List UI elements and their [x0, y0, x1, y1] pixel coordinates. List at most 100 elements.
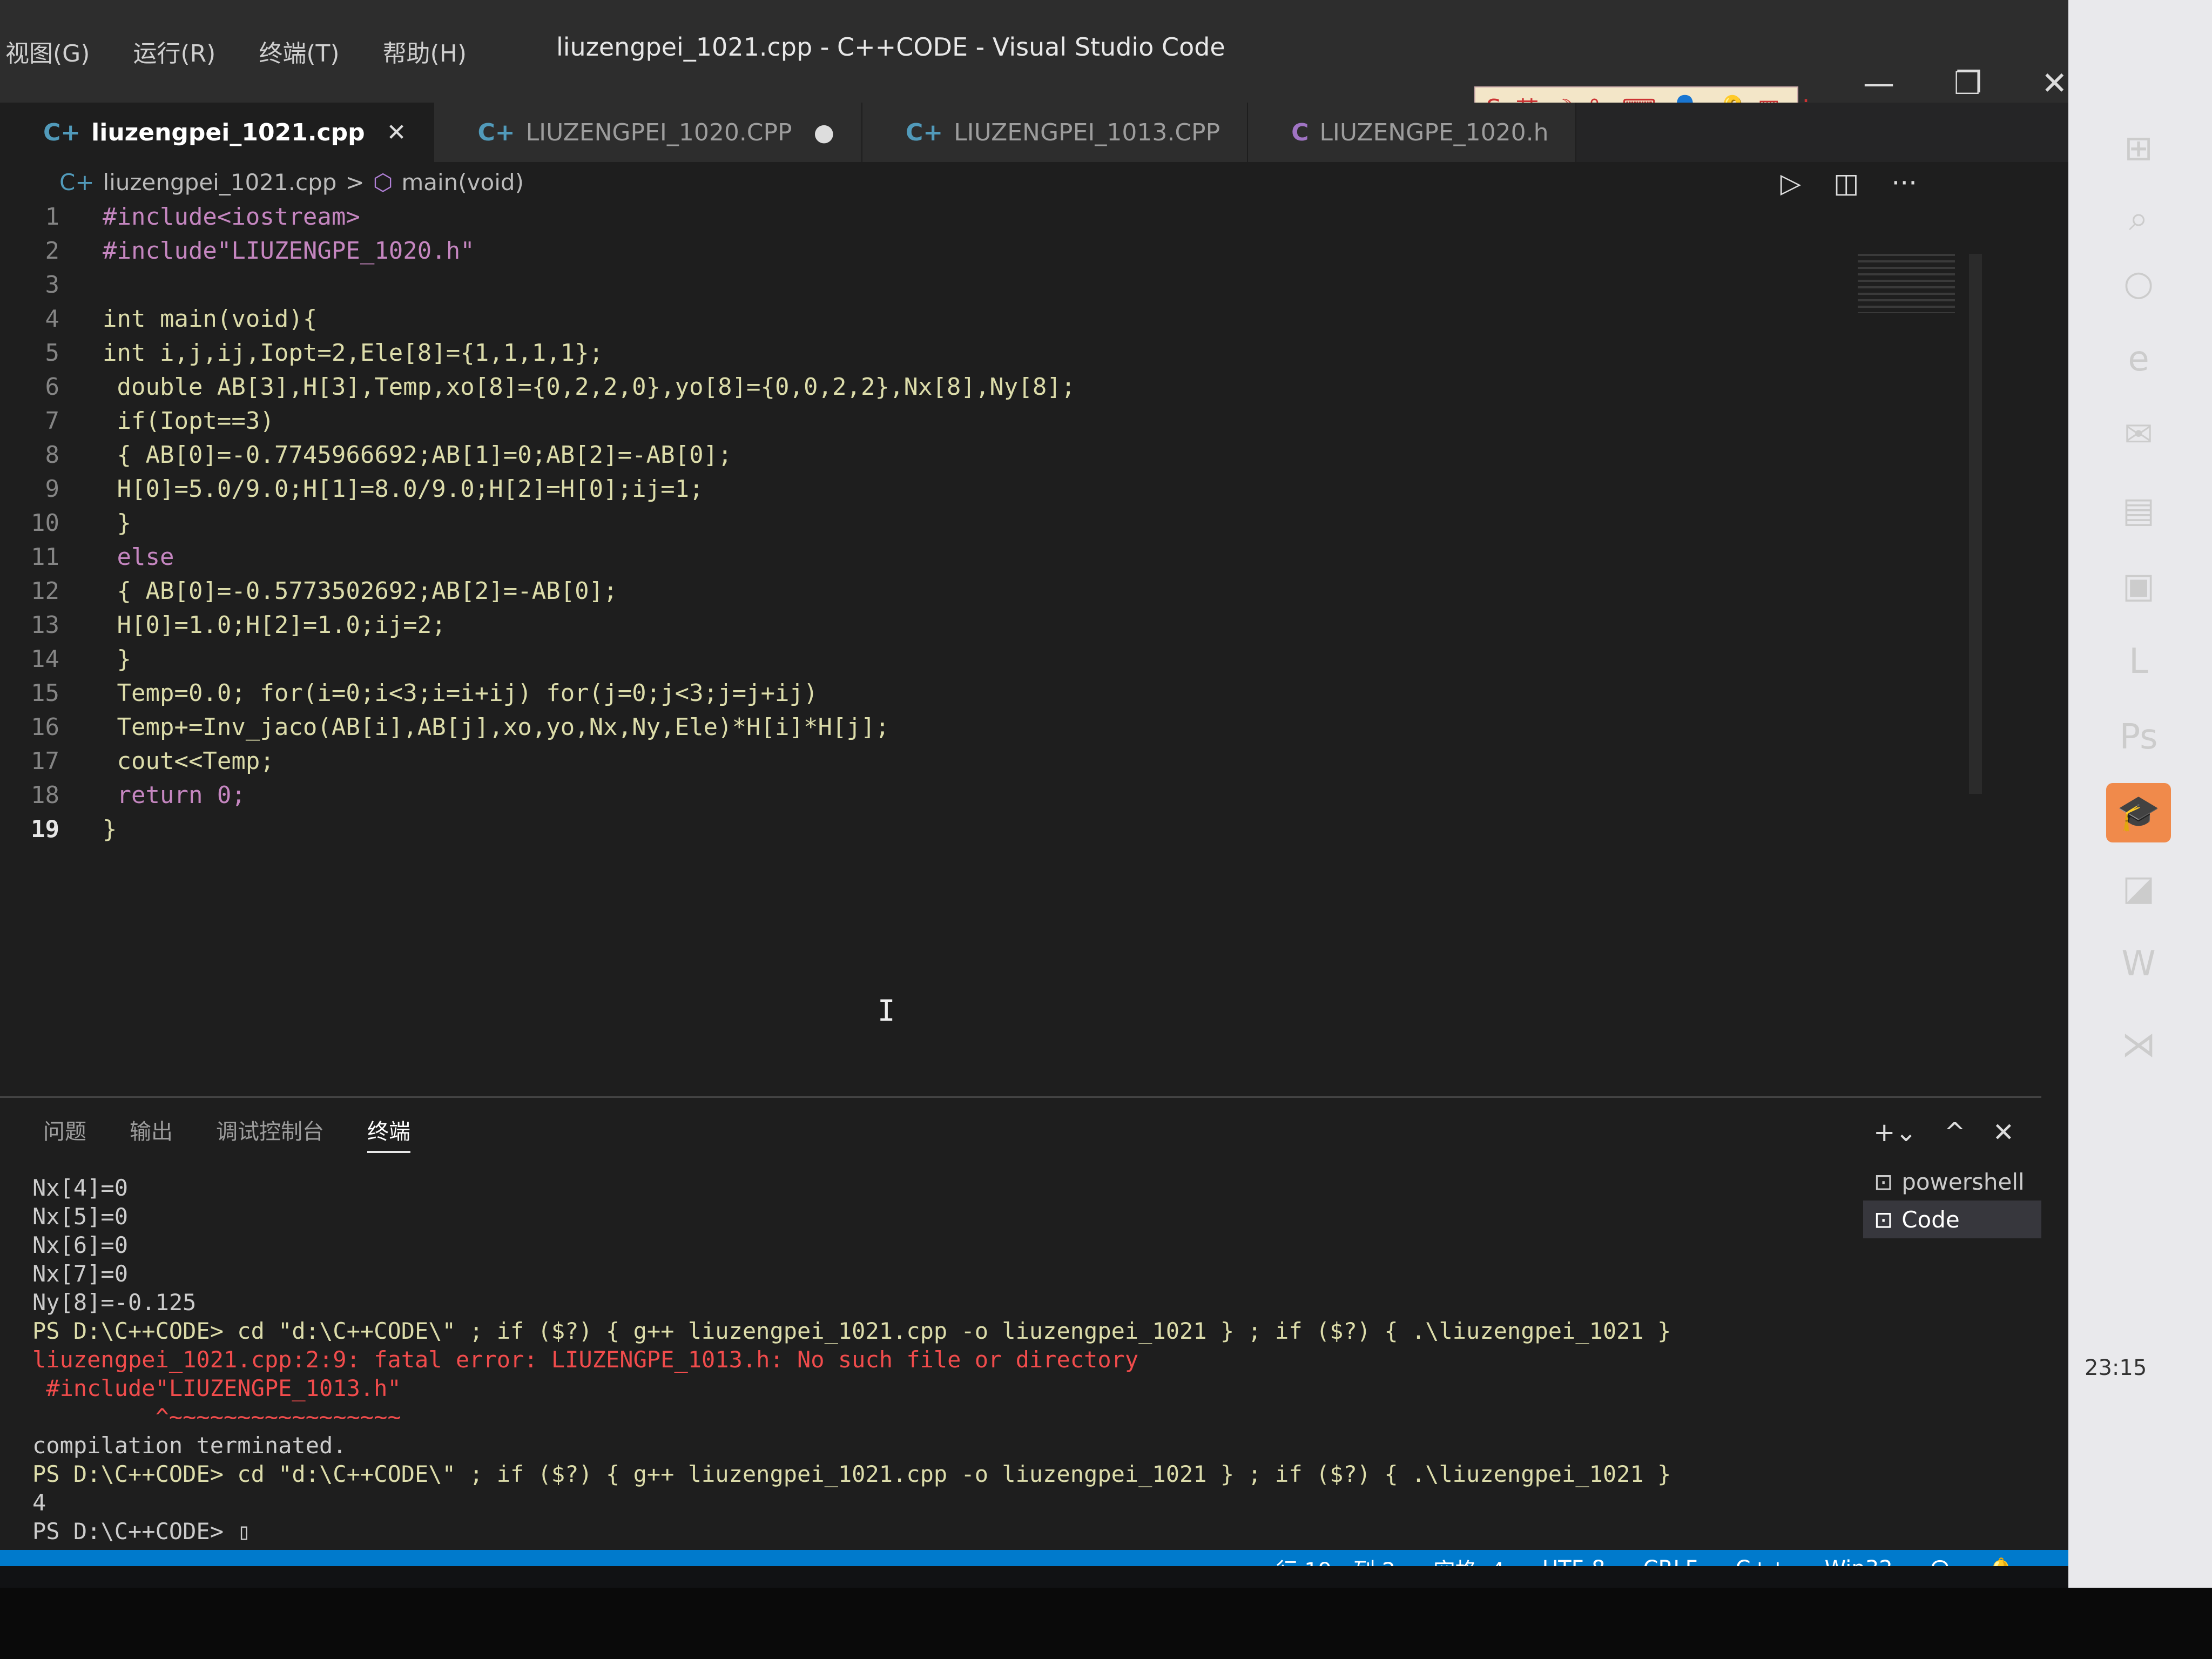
function-symbol-icon: ⬡: [373, 168, 393, 195]
feedback-icon[interactable]: ☊: [1931, 1556, 1950, 1566]
status-platform[interactable]: Win32: [1825, 1556, 1893, 1566]
status-language[interactable]: C++: [1736, 1556, 1787, 1566]
code-line: 6 double AB[3],H[3],Temp,xo[8]={0,2,2,0}…: [0, 370, 2041, 404]
code-line: 16 Temp+=Inv_jaco(AB[i],AB[j],xo,yo,Nx,N…: [0, 710, 2041, 744]
tab-label: liuzengpei_1021.cpp: [91, 118, 365, 146]
code-line: 13 H[0]=1.0;H[2]=1.0;ij=2;: [0, 608, 2041, 642]
tab-liuzengpei-1021-cpp[interactable]: C+ liuzengpei_1021.cpp ✕: [0, 103, 435, 162]
editor-tabs: C+ liuzengpei_1021.cpp ✕ C+ LIUZENGPEI_1…: [0, 103, 2068, 162]
tab-liuzengpe-1020-h[interactable]: C LIUZENGPE_1020.h: [1248, 103, 1577, 162]
tab-liuzengpei-1013-cpp[interactable]: C+ LIUZENGPEI_1013.CPP: [862, 103, 1249, 162]
code-line: 14 }: [0, 642, 2041, 676]
code-line: 9 H[0]=5.0/9.0;H[1]=8.0/9.0;H[2]=H[0];ij…: [0, 472, 2041, 506]
search-icon[interactable]: ⌕: [2106, 189, 2171, 248]
line-number: 9: [45, 475, 60, 503]
notes-icon[interactable]: ◪: [2106, 859, 2171, 918]
line-number: 6: [45, 373, 60, 401]
status-eol[interactable]: CRLF: [1643, 1556, 1698, 1566]
code-text: int i,j,ij,Iopt=2,Ele[8]={1,1,1,1};: [103, 339, 604, 367]
line-number: 12: [31, 577, 59, 605]
mail-icon[interactable]: ✉: [2106, 405, 2171, 464]
close-tab-icon[interactable]: ✕: [387, 119, 407, 146]
menu-run[interactable]: 运行(R): [127, 34, 221, 69]
unsaved-dot-icon[interactable]: ●: [814, 119, 834, 146]
window-controls: — ❐ ✕: [1863, 65, 2068, 102]
menu-view[interactable]: 视图(G): [0, 34, 95, 69]
code-text: }: [103, 645, 131, 673]
new-terminal-button[interactable]: +⌄: [1873, 1117, 1917, 1148]
editor-actions: ▷ ◫ ···: [1781, 167, 1917, 199]
c-header-icon: C: [1291, 118, 1309, 146]
panel-tab-output[interactable]: 输出: [130, 1114, 173, 1153]
panel-controls: +⌄ ^ ✕: [1873, 1117, 2014, 1148]
line-number: 17: [31, 747, 59, 775]
code-line: 10 }: [0, 506, 2041, 540]
edge-icon[interactable]: e: [2106, 329, 2171, 389]
code-line: 8 { AB[0]=-0.7745966692;AB[1]=0;AB[2]=-A…: [0, 438, 2041, 472]
breadcrumb-separator: >: [345, 168, 365, 195]
run-icon[interactable]: ▷: [1781, 167, 1801, 199]
line-number: 5: [45, 339, 60, 367]
line-number: 4: [45, 305, 60, 333]
code-line: 11 else: [0, 540, 2041, 574]
minimap[interactable]: [1858, 254, 1955, 313]
terminal-icon: ⊡: [1874, 1168, 1893, 1195]
terminal-item-code[interactable]: ⊡ Code: [1863, 1201, 2041, 1238]
close-panel-button[interactable]: ✕: [1993, 1117, 2014, 1148]
app-l-icon[interactable]: L: [2106, 632, 2171, 691]
menu-terminal[interactable]: 终端(T): [253, 34, 345, 69]
photoshop-icon[interactable]: Ps: [2106, 707, 2171, 767]
status-encoding[interactable]: UTF-8: [1542, 1556, 1606, 1566]
status-bar: 行 19，列 2 空格: 4 UTF-8 CRLF C++ Win32 ☊ 🔔: [0, 1550, 2068, 1566]
tab-label: LIUZENGPEI_1020.CPP: [525, 118, 792, 146]
panel-tabs: 问题 输出 调试控制台 终端: [43, 1114, 410, 1153]
breadcrumb-file[interactable]: liuzengpei_1021.cpp: [103, 169, 337, 195]
line-number: 3: [45, 271, 60, 299]
tab-label: LIUZENGPEI_1013.CPP: [954, 118, 1220, 146]
tab-liuzengpei-1020-cpp[interactable]: C+ LIUZENGPEI_1020.CPP ●: [434, 103, 862, 162]
code-editor[interactable]: 1 #include<iostream> 2 #include"LIUZENGPE_1…: [0, 200, 2041, 1091]
vscode-icon[interactable]: ⋊: [2106, 1015, 2171, 1075]
cortana-icon[interactable]: ○: [2106, 254, 2171, 313]
menu-bar: 视图(G) 运行(R) 终端(T) 帮助(H): [0, 34, 472, 69]
menu-help[interactable]: 帮助(H): [377, 34, 472, 69]
minimize-button[interactable]: —: [1863, 65, 1894, 102]
panel-tab-problems[interactable]: 问题: [43, 1114, 86, 1153]
notifications-icon[interactable]: 🔔: [1987, 1556, 2014, 1567]
code-line: 2 #include"LIUZENGPE_1020.h": [0, 234, 2041, 268]
screen: 视图(G) 运行(R) 终端(T) 帮助(H) liuzengpei_1021.…: [0, 0, 2068, 1566]
status-cursor-position[interactable]: 行 19，列 2: [1276, 1553, 1396, 1566]
terminal-item-powershell[interactable]: ⊡ powershell: [1863, 1163, 2041, 1201]
code-line: 12 { AB[0]=-0.5773502692;AB[2]=-AB[0];: [0, 574, 2041, 608]
close-window-button[interactable]: ✕: [2041, 65, 2068, 102]
line-number: 11: [31, 543, 59, 571]
cpp-file-icon: C+: [906, 118, 943, 146]
code-text: int main(void){: [103, 305, 318, 333]
breadcrumb: C+ liuzengpei_1021.cpp > ⬡ main(void): [59, 163, 524, 201]
terminal-line: Nx[5]=0: [32, 1203, 129, 1230]
more-actions-icon[interactable]: ···: [1891, 167, 1917, 199]
breadcrumb-symbol[interactable]: main(void): [401, 169, 524, 195]
terminal-line: PS D:\C++CODE> cd "d:\C++CODE\" ; if ($?…: [32, 1318, 1671, 1344]
maximize-panel-button[interactable]: ^: [1944, 1117, 1966, 1148]
windows-icon[interactable]: ⊞: [2106, 119, 2171, 178]
terminal-line: compilation terminated.: [32, 1432, 347, 1459]
status-indentation[interactable]: 空格: 4: [1433, 1553, 1505, 1566]
panel-tab-terminal[interactable]: 终端: [367, 1114, 410, 1153]
panel-tab-debug-console[interactable]: 调试控制台: [216, 1114, 324, 1153]
word-icon[interactable]: W: [2106, 934, 2171, 994]
line-number: 14: [31, 645, 59, 673]
windows-taskbar: 23:15 ⊞ ⌕ ○ e ✉ ▤ ▣ L Ps 🎓 ◪ W ⋊: [2068, 0, 2212, 1599]
store-icon[interactable]: ▣: [2106, 556, 2171, 616]
code-lines: 1 #include<iostream> 2 #include"LIUZENGPE_1…: [0, 200, 2041, 846]
code-text: H[0]=5.0/9.0;H[1]=8.0/9.0;H[2]=H[0];ij=1…: [103, 475, 704, 503]
code-line: 7 if(Iopt==3): [0, 404, 2041, 438]
tray-clock[interactable]: 23:15: [2085, 1355, 2147, 1380]
explorer-icon[interactable]: ▤: [2106, 481, 2171, 540]
grad-icon[interactable]: 🎓: [2106, 783, 2171, 842]
maximize-button[interactable]: ❐: [1954, 65, 1982, 102]
line-number: 7: [45, 407, 60, 435]
editor-scrollbar[interactable]: [1969, 254, 1982, 794]
split-editor-icon[interactable]: ◫: [1833, 167, 1859, 199]
terminal-output[interactable]: Nx[4]=0 Nx[5]=0 Nx[6]=0 Nx[7]=0 Ny[8]=-0.125…: [32, 1174, 1671, 1546]
